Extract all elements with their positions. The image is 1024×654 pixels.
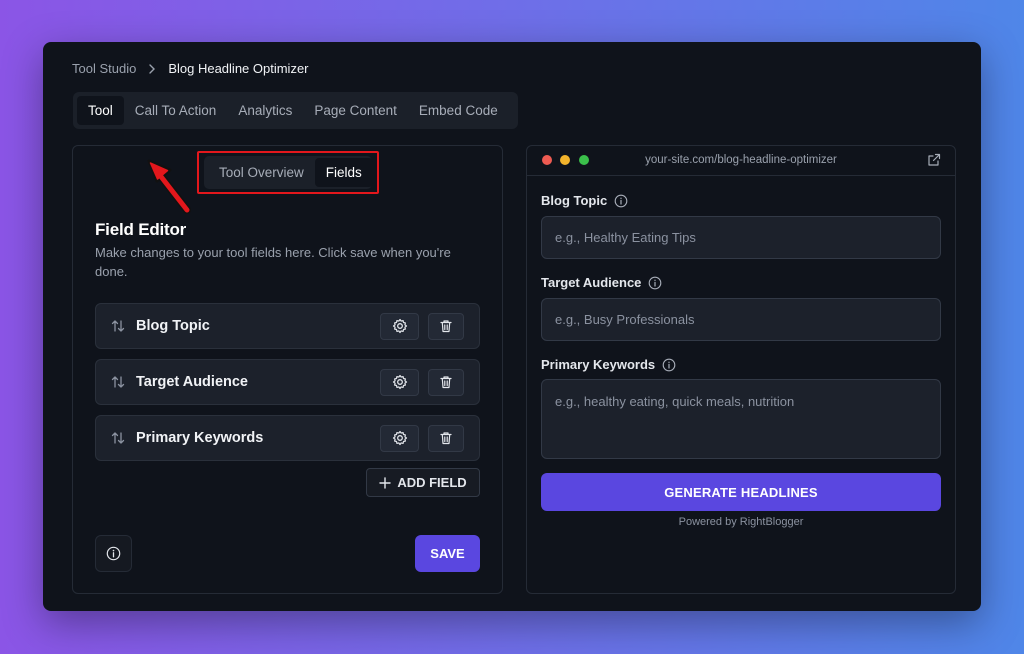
target-audience-input[interactable]: [541, 298, 941, 341]
info-icon: [662, 358, 676, 371]
field-editor-description: Make changes to your tool fields here. C…: [95, 245, 451, 279]
field-row-target-audience[interactable]: Target Audience: [95, 359, 480, 405]
sort-icon[interactable]: [110, 374, 126, 390]
field-settings-button[interactable]: [380, 368, 419, 396]
primary-keywords-textarea[interactable]: [541, 379, 941, 459]
target-audience-label: Target Audience: [541, 275, 662, 290]
powered-by-text: Powered by RightBlogger: [678, 516, 804, 528]
gear-icon: [392, 374, 407, 390]
field-delete-button[interactable]: [428, 368, 464, 396]
field-delete-button[interactable]: [428, 312, 464, 340]
gear-icon: [392, 318, 407, 334]
info-icon: [649, 276, 662, 289]
generate-headlines-button[interactable]: GENERATE HEADLINES: [541, 473, 941, 511]
info-icon: [106, 546, 121, 561]
add-field-label: ADD FIELD: [397, 475, 467, 490]
field-label: Blog Topic: [136, 318, 210, 334]
info-button[interactable]: [95, 535, 132, 572]
breadcrumb-root[interactable]: Tool Studio: [72, 61, 136, 76]
external-link-icon[interactable]: [927, 153, 941, 167]
primary-keywords-label: Primary Keywords: [541, 357, 676, 372]
tab-embed-code[interactable]: Embed Code: [408, 96, 509, 125]
tab-tool-overview[interactable]: Tool Overview: [208, 158, 315, 187]
browser-bar: your-site.com/blog-headline-optimizer: [527, 146, 955, 176]
gear-icon: [392, 430, 407, 446]
tab-analytics[interactable]: Analytics: [227, 96, 303, 125]
field-label: Primary Keywords: [136, 430, 264, 446]
field-editor-panel: Tool Overview Fields Field Editor Make c…: [72, 145, 503, 594]
tab-page-content[interactable]: Page Content: [303, 96, 408, 125]
form-label-text: Blog Topic: [541, 193, 608, 208]
info-icon: [614, 194, 628, 207]
field-editor-title: Field Editor: [95, 220, 187, 239]
annotation-arrow: [147, 159, 191, 214]
blog-topic-label: Blog Topic: [541, 193, 628, 208]
trash-icon: [440, 376, 452, 389]
trash-icon: [440, 432, 452, 445]
tab-fields[interactable]: Fields: [314, 158, 373, 187]
form-label-text: Primary Keywords: [541, 357, 656, 372]
trash-icon: [440, 320, 452, 333]
add-field-button[interactable]: ADD FIELD: [366, 468, 480, 497]
field-delete-button[interactable]: [428, 424, 464, 452]
sort-icon[interactable]: [110, 430, 126, 446]
field-settings-button[interactable]: [380, 424, 419, 452]
breadcrumb-current: Blog Headline Optimizer: [168, 61, 309, 76]
blog-topic-input[interactable]: [541, 216, 941, 259]
sub-tabs: Tool Overview Fields: [204, 156, 373, 189]
preview-url: your-site.com/blog-headline-optimizer: [645, 154, 837, 166]
breadcrumb: Tool Studio Blog Headline Optimizer: [72, 61, 309, 76]
field-row-blog-topic[interactable]: Blog Topic: [95, 303, 480, 349]
app-window: Tool Studio Blog Headline Optimizer Tool…: [43, 42, 981, 611]
form-label-text: Target Audience: [541, 275, 642, 290]
main-tabs: Tool Call To Action Analytics Page Conte…: [73, 92, 518, 129]
field-row-primary-keywords[interactable]: Primary Keywords: [95, 415, 480, 461]
preview-panel: your-site.com/blog-headline-optimizer Bl…: [526, 145, 956, 594]
plus-icon: [379, 476, 392, 489]
tab-tool[interactable]: Tool: [77, 96, 124, 125]
sort-icon[interactable]: [110, 318, 126, 334]
chevron-right-icon: [148, 63, 156, 74]
field-settings-button[interactable]: [380, 312, 419, 340]
save-button[interactable]: SAVE: [415, 535, 480, 572]
field-label: Target Audience: [136, 374, 248, 390]
tab-call-to-action[interactable]: Call To Action: [124, 96, 228, 125]
